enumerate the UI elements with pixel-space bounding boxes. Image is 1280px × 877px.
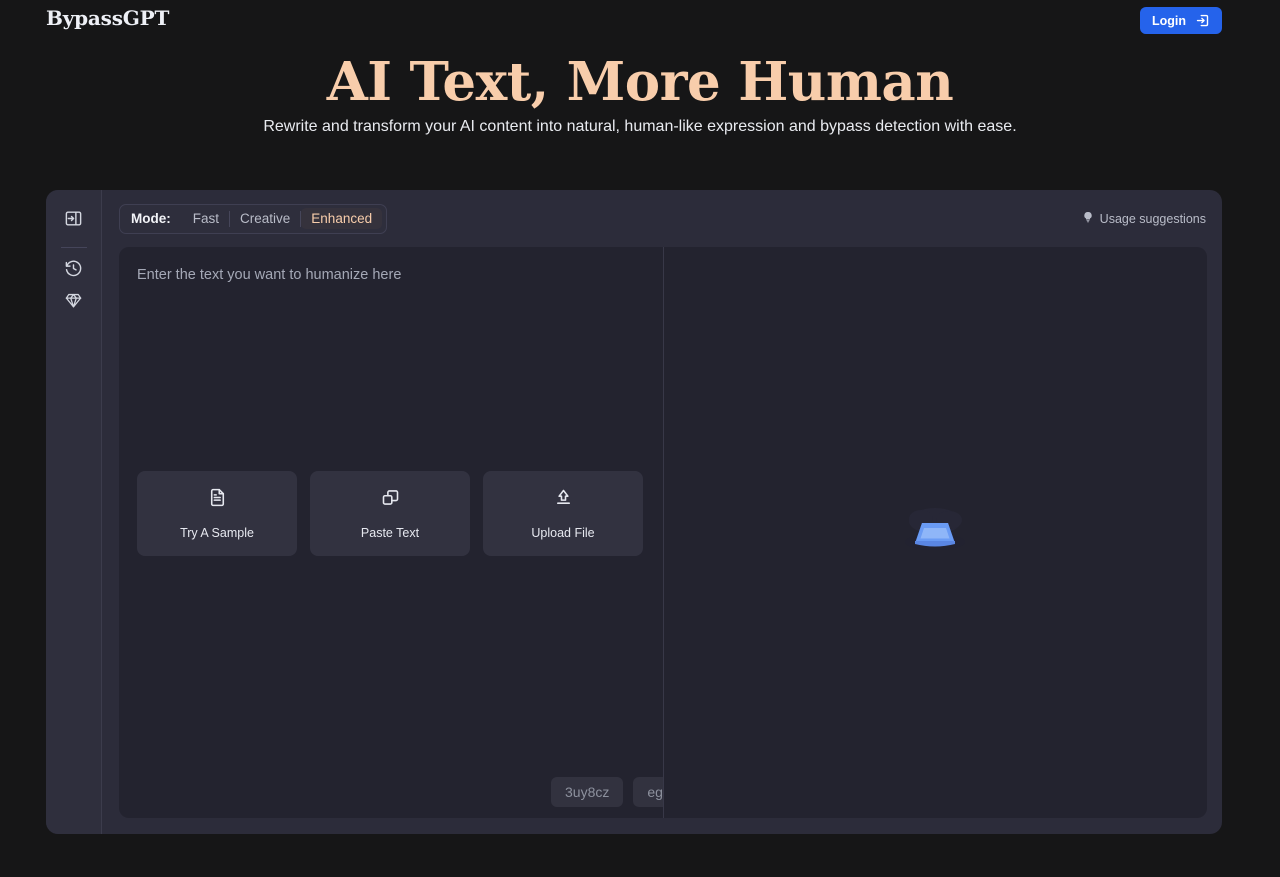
usage-suggestions-button[interactable]: Usage suggestions <box>1082 211 1206 226</box>
sidebar-divider <box>60 247 87 248</box>
sidebar-item-premium[interactable] <box>59 288 89 318</box>
toolbar: Mode: Fast Creative Enhanced Usage sugge… <box>102 190 1222 247</box>
main-card: Mode: Fast Creative Enhanced Usage sugge… <box>46 190 1222 834</box>
sidebar-item-history[interactable] <box>59 256 89 286</box>
upload-file-button[interactable]: Upload File <box>483 471 643 556</box>
panel-collapse-icon <box>64 209 83 233</box>
login-button[interactable]: Login <box>1139 7 1222 34</box>
sidebar <box>46 190 102 834</box>
paste-text-label: Paste Text <box>360 526 420 540</box>
sidebar-item-collapse-panel[interactable] <box>59 206 89 236</box>
diamond-gem-icon <box>64 291 83 315</box>
empty-inbox-icon <box>897 497 973 568</box>
output-pane <box>662 247 1208 818</box>
document-text-icon <box>207 487 228 513</box>
mode-option-enhanced[interactable]: Enhanced <box>301 208 383 229</box>
hero-title: AI Text, More Human <box>326 51 954 113</box>
top-bar: BypassGPT Login <box>0 0 1280 42</box>
editor-placeholder: Enter the text you want to humanize here <box>137 267 402 283</box>
sign-in-icon <box>1195 13 1210 28</box>
login-button-label: Login <box>1151 13 1186 28</box>
output-empty-state <box>664 247 1208 818</box>
try-a-sample-label: Try A Sample <box>180 526 254 540</box>
card-content: Mode: Fast Creative Enhanced Usage sugge… <box>102 190 1222 834</box>
history-clock-icon <box>64 259 83 283</box>
app-logo: BypassGPT <box>46 6 170 30</box>
try-a-sample-button[interactable]: Try A Sample <box>137 471 297 556</box>
mode-option-fast[interactable]: Fast <box>183 208 229 229</box>
mode-label: Mode: <box>131 211 171 226</box>
mode-selector: Mode: Fast Creative Enhanced <box>119 203 388 234</box>
upload-arrow-icon <box>553 487 574 513</box>
paste-text-button[interactable]: Paste Text <box>310 471 470 556</box>
editor-action-buttons: Try A Sample Paste Text Upload File <box>137 471 643 556</box>
upload-file-label: Upload File <box>531 526 595 540</box>
page-root: BypassGPT Login AI Text, More Human Rewr… <box>0 0 1280 877</box>
hero-subtitle: Rewrite and transform your AI content in… <box>263 118 1017 135</box>
editor-panes: Enter the text you want to humanize here <box>102 247 1222 834</box>
chip-item[interactable]: 3uy8cz <box>551 777 624 807</box>
lightbulb-icon <box>1082 211 1094 226</box>
copy-stack-icon <box>380 487 401 513</box>
mode-option-creative[interactable]: Creative <box>230 208 300 229</box>
usage-suggestions-label: Usage suggestions <box>1099 211 1206 226</box>
input-pane[interactable]: Enter the text you want to humanize here <box>119 247 732 818</box>
